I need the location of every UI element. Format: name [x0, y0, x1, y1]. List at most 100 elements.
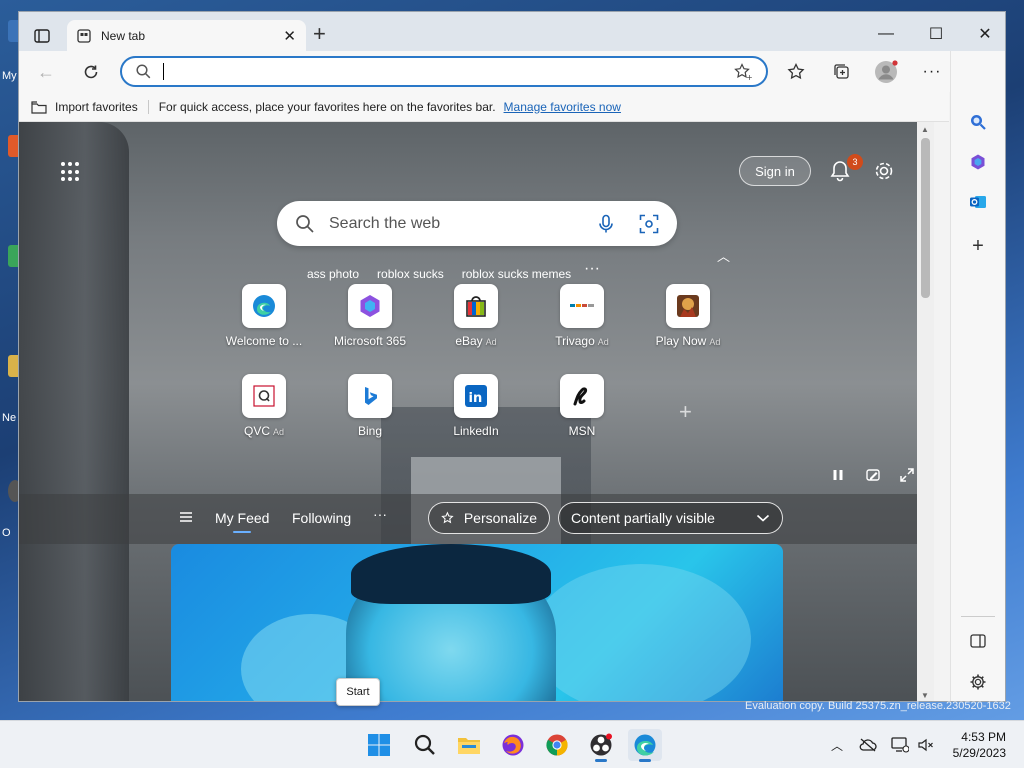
scrollbar-thumb[interactable]	[921, 138, 930, 298]
search-icon	[971, 115, 986, 130]
page-scrollbar[interactable]: ▲ ▼	[917, 122, 934, 701]
quick-link-tile[interactable]: Play Now Ad	[643, 284, 733, 348]
taskbar-edge[interactable]	[628, 729, 662, 762]
quick-link-label: Trivago	[555, 334, 595, 348]
tab-close-icon[interactable]: ✕	[283, 27, 296, 45]
quick-link-label: Bing	[357, 424, 383, 438]
quick-link-label: Welcome to ...	[225, 334, 303, 348]
collapse-quick-links-chevron-icon[interactable]: ︿	[717, 246, 730, 265]
feed-navigation-bar: My Feed Following ··· Personalize Conten…	[19, 494, 934, 544]
pause-background-button[interactable]	[827, 464, 849, 486]
feed-menu-hamburger-icon[interactable]	[179, 511, 193, 523]
web-search-box[interactable]: Search the web	[277, 201, 677, 246]
sidebar-microsoft365-button[interactable]	[965, 149, 991, 175]
new-tab-page: Sign in 3 Search the web ass photo roblo…	[19, 122, 934, 701]
refresh-button[interactable]	[76, 57, 106, 87]
quick-link-tile[interactable]: Bing	[325, 374, 415, 438]
sidebar-panel-icon	[970, 634, 986, 648]
settings-and-more-button[interactable]: ···	[917, 57, 947, 87]
quick-link-tile[interactable]: Trivago Ad	[537, 284, 627, 348]
suggestion-item[interactable]: ass photo	[307, 267, 359, 281]
add-favorite-star-icon[interactable]: +	[734, 62, 752, 81]
tab-following[interactable]: Following	[292, 510, 351, 526]
collections-button[interactable]	[827, 57, 857, 87]
feed-more-button[interactable]: ···	[373, 506, 387, 522]
quick-link-tile[interactable]: in LinkedIn	[431, 374, 521, 438]
sidebar-outlook-button[interactable]	[965, 189, 991, 215]
content-visibility-dropdown[interactable]: Content partially visible	[558, 502, 783, 534]
page-settings-gear-icon[interactable]	[871, 158, 897, 184]
voice-search-microphone-icon[interactable]	[597, 214, 615, 234]
taskbar-search-button[interactable]	[408, 729, 442, 761]
quick-link-tile[interactable]: MSN	[537, 374, 627, 438]
quick-link-tile[interactable]: QVC Ad	[219, 374, 309, 438]
sidebar-settings-button[interactable]	[965, 669, 991, 695]
taskbar-firefox[interactable]	[496, 729, 530, 761]
suggestion-item[interactable]: roblox sucks memes	[462, 267, 571, 281]
tab-my-feed[interactable]: My Feed	[215, 510, 269, 533]
quick-link-label: eBay	[455, 334, 483, 348]
taskbar-file-explorer[interactable]	[452, 729, 486, 761]
scroll-up-arrow-icon[interactable]: ▲	[921, 125, 929, 134]
suggestion-item[interactable]: roblox sucks	[377, 267, 444, 281]
edge-sidebar: +	[950, 51, 1005, 701]
profile-button[interactable]	[871, 57, 901, 87]
sidebar-search-button[interactable]	[965, 109, 991, 135]
ad-marker: Ad	[485, 337, 497, 347]
volume-muted-icon[interactable]	[916, 735, 936, 755]
change-background-button[interactable]	[862, 464, 884, 486]
add-quick-link-button[interactable]: +	[679, 399, 692, 425]
outlook-icon	[970, 196, 986, 208]
import-favorites-label: Import favorites	[55, 99, 138, 114]
tab-new-tab[interactable]: New tab ✕	[67, 20, 306, 51]
onedrive-offline-icon[interactable]	[858, 735, 878, 755]
quick-link-label: QVC	[243, 424, 270, 438]
trivago-icon	[570, 304, 594, 307]
start-tooltip: Start	[336, 678, 380, 706]
sign-in-button[interactable]: Sign in	[739, 156, 811, 186]
scroll-down-arrow-icon[interactable]: ▼	[921, 691, 929, 700]
quick-link-label: Play Now	[655, 334, 707, 348]
address-input[interactable]	[176, 64, 734, 79]
favorites-button[interactable]	[781, 57, 811, 87]
visual-search-camera-icon[interactable]	[639, 214, 659, 234]
quick-link-tile[interactable]: Welcome to ...	[219, 284, 309, 348]
feed-hero-card[interactable]	[171, 544, 783, 701]
app-launcher-icon[interactable]	[61, 162, 81, 182]
hide-sidebar-button[interactable]	[965, 628, 991, 654]
back-button[interactable]: ←	[31, 57, 61, 87]
manage-favorites-link[interactable]: Manage favorites now	[504, 100, 621, 114]
microsoft365-icon	[360, 295, 380, 317]
linkedin-icon: in	[465, 385, 487, 407]
tab-actions-button[interactable]	[29, 24, 55, 48]
suggestions-more-button[interactable]: ···	[584, 260, 600, 278]
taskbar-obs[interactable]	[584, 729, 618, 762]
sidebar-divider	[961, 616, 995, 617]
system-clock[interactable]: 4:53 PM 5/29/2023	[946, 729, 1006, 761]
show-hidden-icons-chevron-icon[interactable]: ︿	[827, 735, 847, 755]
personalize-button[interactable]: Personalize	[428, 502, 550, 534]
edge-icon	[634, 734, 656, 756]
network-icon[interactable]	[890, 735, 910, 755]
fullscreen-background-button[interactable]	[896, 464, 918, 486]
desktop-shortcut-label: O	[2, 527, 11, 539]
taskbar-chrome[interactable]	[540, 729, 574, 761]
new-tab-button[interactable]: +	[313, 23, 326, 45]
favorites-bar: Import favorites For quick access, place…	[19, 92, 949, 122]
sidebar-add-button[interactable]: +	[965, 233, 991, 259]
quick-link-label: MSN	[568, 424, 596, 438]
start-button[interactable]	[362, 729, 396, 761]
new-tab-page-icon	[77, 28, 91, 43]
search-icon	[414, 734, 435, 755]
import-favorites-button[interactable]: Import favorites	[31, 99, 149, 114]
quick-link-tile[interactable]: Microsoft 365	[325, 284, 415, 348]
quick-link-tile[interactable]: eBay Ad	[431, 284, 521, 348]
search-icon	[136, 64, 151, 79]
address-bar[interactable]: +	[120, 56, 768, 87]
minimize-button[interactable]: —	[863, 20, 909, 48]
ad-marker: Ad	[273, 427, 285, 437]
chrome-icon	[546, 734, 568, 756]
expand-icon	[900, 468, 914, 482]
maximize-button[interactable]: ☐	[913, 20, 959, 48]
close-button[interactable]: ✕	[962, 20, 1005, 48]
